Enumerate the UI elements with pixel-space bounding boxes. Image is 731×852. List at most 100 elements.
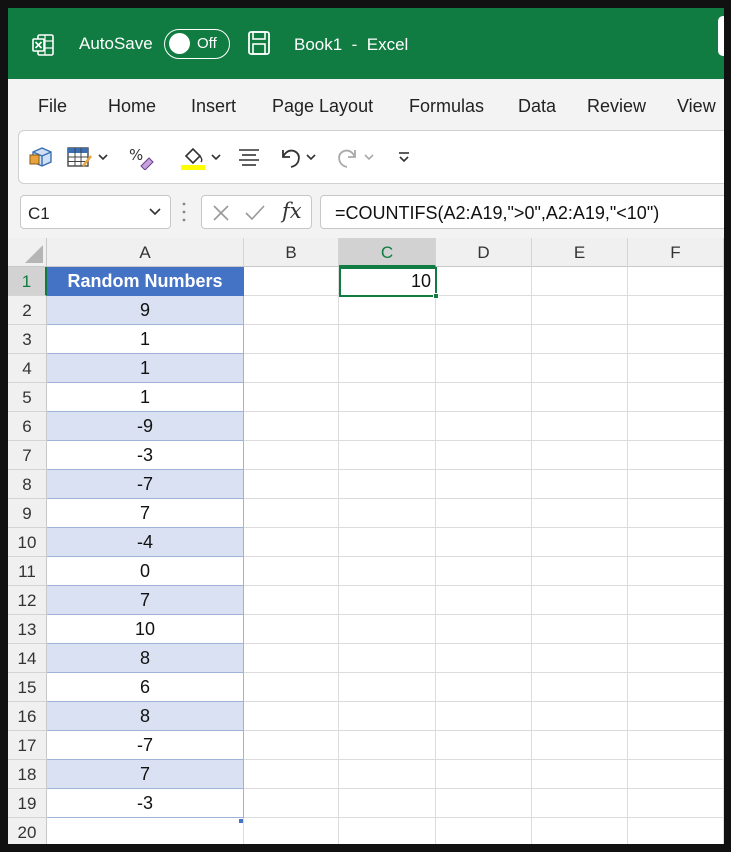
- cell-d20[interactable]: [436, 818, 532, 844]
- cell-f9[interactable]: [628, 499, 724, 528]
- cell-f3[interactable]: [628, 325, 724, 354]
- cell-d9[interactable]: [436, 499, 532, 528]
- cell-b11[interactable]: [244, 557, 339, 586]
- cell-a1[interactable]: Random Numbers: [47, 267, 244, 296]
- cell-a11[interactable]: 0: [47, 557, 244, 586]
- row-header-10[interactable]: 10: [8, 528, 47, 557]
- cell-c19[interactable]: [339, 789, 436, 818]
- autosave-toggle[interactable]: Off: [164, 29, 230, 59]
- cell-f17[interactable]: [628, 731, 724, 760]
- cell-e3[interactable]: [532, 325, 628, 354]
- cell-c18[interactable]: [339, 760, 436, 789]
- cell-a2[interactable]: 9: [47, 296, 244, 325]
- cell-c14[interactable]: [339, 644, 436, 673]
- cell-a3[interactable]: 1: [47, 325, 244, 354]
- cell-f18[interactable]: [628, 760, 724, 789]
- cell-f7[interactable]: [628, 441, 724, 470]
- drag-handle-icon[interactable]: [182, 201, 186, 223]
- cell-a10[interactable]: -4: [47, 528, 244, 557]
- row-header-20[interactable]: 20: [8, 818, 47, 844]
- cell-f2[interactable]: [628, 296, 724, 325]
- column-header-c[interactable]: C: [339, 238, 436, 267]
- tab-formulas[interactable]: Formulas: [409, 96, 484, 117]
- cell-e1[interactable]: [532, 267, 628, 296]
- row-header-16[interactable]: 16: [8, 702, 47, 731]
- row-header-15[interactable]: 15: [8, 673, 47, 702]
- tab-view[interactable]: View: [677, 96, 716, 117]
- cell-d6[interactable]: [436, 412, 532, 441]
- cell-c16[interactable]: [339, 702, 436, 731]
- cell-a8[interactable]: -7: [47, 470, 244, 499]
- cell-a12[interactable]: 7: [47, 586, 244, 615]
- cell-f14[interactable]: [628, 644, 724, 673]
- cell-d11[interactable]: [436, 557, 532, 586]
- name-box[interactable]: C1: [20, 195, 171, 229]
- column-header-f[interactable]: F: [628, 238, 724, 267]
- 3d-box-button[interactable]: [29, 143, 55, 171]
- tab-file[interactable]: File: [38, 96, 67, 117]
- cell-d16[interactable]: [436, 702, 532, 731]
- cell-a15[interactable]: 6: [47, 673, 244, 702]
- cell-e12[interactable]: [532, 586, 628, 615]
- cell-c1[interactable]: 10: [339, 267, 436, 296]
- cell-a17[interactable]: -7: [47, 731, 244, 760]
- cell-f20[interactable]: [628, 818, 724, 844]
- customize-toolbar-button[interactable]: [397, 143, 411, 171]
- row-header-19[interactable]: 19: [8, 789, 47, 818]
- cell-e15[interactable]: [532, 673, 628, 702]
- cell-e10[interactable]: [532, 528, 628, 557]
- cell-a7[interactable]: -3: [47, 441, 244, 470]
- row-header-12[interactable]: 12: [8, 586, 47, 615]
- row-header-5[interactable]: 5: [8, 383, 47, 412]
- fill-color-button[interactable]: [179, 143, 222, 171]
- cell-e18[interactable]: [532, 760, 628, 789]
- cell-c12[interactable]: [339, 586, 436, 615]
- cell-d13[interactable]: [436, 615, 532, 644]
- cell-e8[interactable]: [532, 470, 628, 499]
- cell-d1[interactable]: [436, 267, 532, 296]
- cell-e4[interactable]: [532, 354, 628, 383]
- tab-review[interactable]: Review: [587, 96, 646, 117]
- cell-f19[interactable]: [628, 789, 724, 818]
- align-button[interactable]: [237, 143, 261, 171]
- cell-c8[interactable]: [339, 470, 436, 499]
- cell-c20[interactable]: [339, 818, 436, 844]
- cell-b16[interactable]: [244, 702, 339, 731]
- cell-e9[interactable]: [532, 499, 628, 528]
- cell-c7[interactable]: [339, 441, 436, 470]
- table-resize-handle[interactable]: [239, 819, 243, 823]
- cell-f4[interactable]: [628, 354, 724, 383]
- cell-a9[interactable]: 7: [47, 499, 244, 528]
- cell-e5[interactable]: [532, 383, 628, 412]
- row-header-11[interactable]: 11: [8, 557, 47, 586]
- row-header-7[interactable]: 7: [8, 441, 47, 470]
- cell-b5[interactable]: [244, 383, 339, 412]
- cell-c9[interactable]: [339, 499, 436, 528]
- formula-input[interactable]: =COUNTIFS(A2:A19,">0",A2:A19,"<10"): [320, 195, 724, 229]
- cell-b12[interactable]: [244, 586, 339, 615]
- cell-c13[interactable]: [339, 615, 436, 644]
- cell-f16[interactable]: [628, 702, 724, 731]
- cell-b18[interactable]: [244, 760, 339, 789]
- cell-b14[interactable]: [244, 644, 339, 673]
- cell-b15[interactable]: [244, 673, 339, 702]
- cell-e6[interactable]: [532, 412, 628, 441]
- cell-f13[interactable]: [628, 615, 724, 644]
- row-header-9[interactable]: 9: [8, 499, 47, 528]
- tab-home[interactable]: Home: [108, 96, 156, 117]
- redo-button[interactable]: [335, 143, 375, 171]
- cell-f12[interactable]: [628, 586, 724, 615]
- cell-c17[interactable]: [339, 731, 436, 760]
- cell-a4[interactable]: 1: [47, 354, 244, 383]
- row-header-13[interactable]: 13: [8, 615, 47, 644]
- cell-f6[interactable]: [628, 412, 724, 441]
- cell-e16[interactable]: [532, 702, 628, 731]
- row-header-17[interactable]: 17: [8, 731, 47, 760]
- row-header-3[interactable]: 3: [8, 325, 47, 354]
- tab-data[interactable]: Data: [518, 96, 556, 117]
- cell-d3[interactable]: [436, 325, 532, 354]
- cell-c2[interactable]: [339, 296, 436, 325]
- select-all-corner[interactable]: [8, 238, 47, 267]
- cell-d12[interactable]: [436, 586, 532, 615]
- insert-function-button[interactable]: fx: [282, 199, 302, 223]
